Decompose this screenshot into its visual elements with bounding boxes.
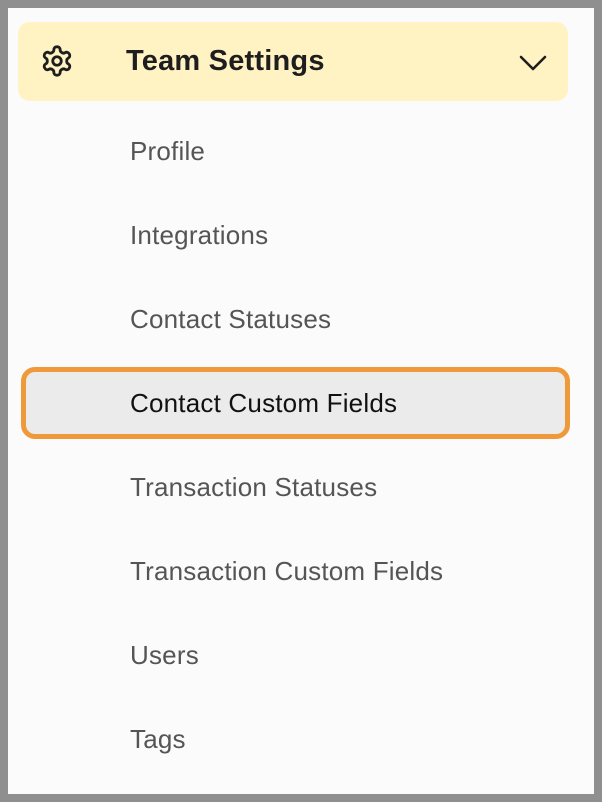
menu-item-contact-statuses[interactable]: Contact Statuses [130, 289, 331, 349]
menu-item-tags[interactable]: Tags [130, 709, 186, 769]
menu-item-integrations[interactable]: Integrations [130, 205, 268, 265]
menu-item-contact-custom-fields[interactable]: Contact Custom Fields [21, 367, 570, 439]
menu-item-transaction-custom-fields[interactable]: Transaction Custom Fields [130, 541, 443, 601]
team-settings-header[interactable]: Team Settings [18, 22, 568, 101]
chevron-down-icon[interactable] [518, 48, 548, 76]
menu-item-label: Contact Custom Fields [130, 388, 398, 418]
team-settings-title: Team Settings [126, 45, 325, 77]
menu-item-users[interactable]: Users [130, 625, 199, 685]
menu-item-profile[interactable]: Profile [130, 121, 205, 181]
menu-item-transaction-statuses[interactable]: Transaction Statuses [130, 457, 377, 517]
settings-sidebar: Team Settings Profile Integrations Conta… [8, 8, 594, 794]
gear-icon [42, 45, 72, 77]
